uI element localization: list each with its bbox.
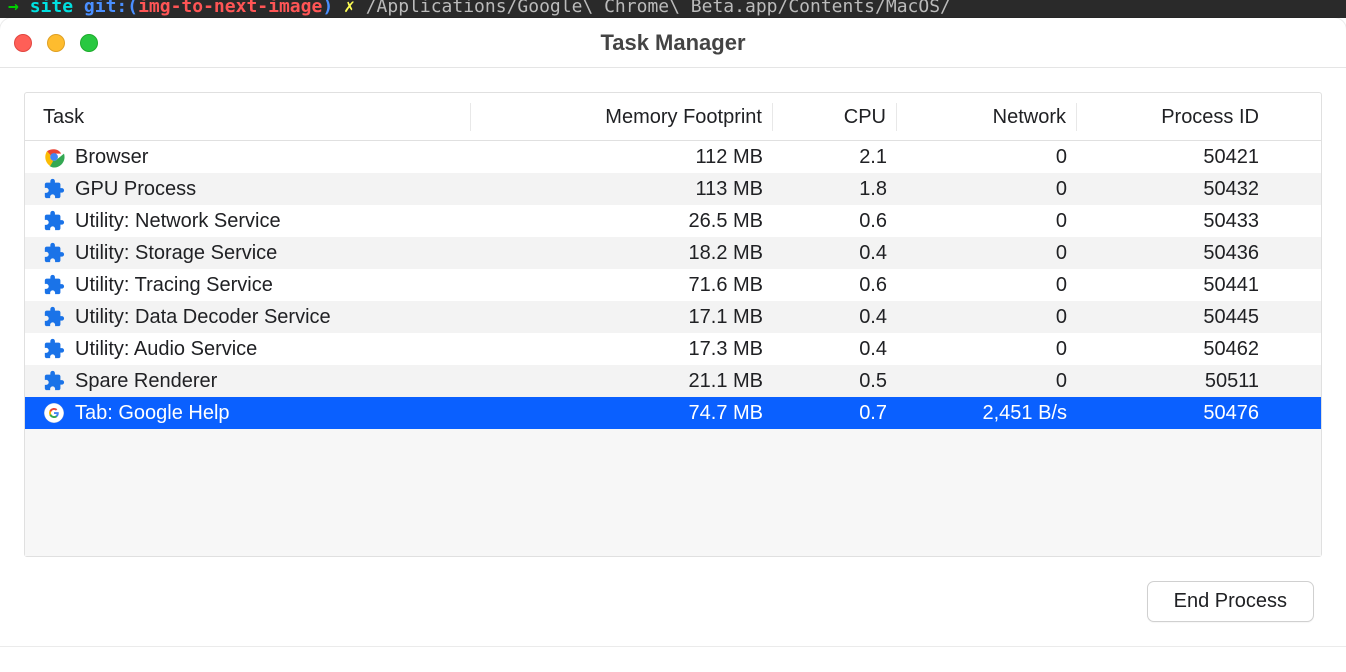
cell-network: 0 — [897, 370, 1077, 393]
cell-network: 0 — [897, 338, 1077, 361]
terminal-git-close: ) — [322, 0, 333, 17]
cell-cpu: 0.5 — [773, 370, 897, 393]
terminal-branch: img-to-next-image — [138, 0, 322, 17]
traffic-lights — [0, 34, 98, 52]
table-row[interactable]: Tab: Google Help 74.7 MB0.72,451 B/s50476 — [25, 397, 1321, 429]
cell-process-id: 50436 — [1077, 242, 1269, 265]
cell-task: Browser — [33, 146, 471, 169]
cell-network: 0 — [897, 306, 1077, 329]
end-process-button[interactable]: End Process — [1147, 581, 1314, 622]
task-name-label: Utility: Data Decoder Service — [75, 306, 331, 329]
cell-process-id: 50433 — [1077, 210, 1269, 233]
task-name-label: GPU Process — [75, 178, 196, 201]
cell-cpu: 0.4 — [773, 242, 897, 265]
cell-cpu: 0.6 — [773, 210, 897, 233]
window-title: Task Manager — [0, 30, 1346, 56]
terminal-path: /Applications/Google\ Chrome\ Beta.app/C… — [366, 0, 951, 17]
puzzle-icon — [43, 178, 65, 200]
table-header-row: Task Memory Footprint CPU Network Proces… — [25, 93, 1321, 141]
cell-task: Utility: Data Decoder Service — [33, 306, 471, 329]
terminal-dirty-icon: ✗ — [344, 0, 355, 17]
minimize-window-button[interactable] — [47, 34, 65, 52]
cell-network: 0 — [897, 274, 1077, 297]
table-body: Browser112 MB2.1050421 GPU Process113 MB… — [25, 141, 1321, 556]
column-header-task[interactable]: Task — [33, 103, 471, 131]
maximize-window-button[interactable] — [80, 34, 98, 52]
table-row[interactable]: Utility: Audio Service 17.3 MB0.4050462 — [25, 333, 1321, 365]
cell-memory: 17.3 MB — [471, 338, 773, 361]
table-row[interactable]: GPU Process 113 MB1.8050432 — [25, 173, 1321, 205]
cell-cpu: 1.8 — [773, 178, 897, 201]
cell-memory: 18.2 MB — [471, 242, 773, 265]
cell-network: 2,451 B/s — [897, 402, 1077, 425]
terminal-git-label: git:( — [84, 0, 138, 17]
cell-process-id: 50476 — [1077, 402, 1269, 425]
puzzle-icon — [43, 338, 65, 360]
footer: End Process — [0, 557, 1346, 646]
cell-memory: 112 MB — [471, 146, 773, 169]
cell-task: Utility: Audio Service — [33, 338, 471, 361]
cell-process-id: 50441 — [1077, 274, 1269, 297]
cell-task: Utility: Storage Service — [33, 242, 471, 265]
column-header-memory[interactable]: Memory Footprint — [471, 103, 773, 131]
cell-process-id: 50445 — [1077, 306, 1269, 329]
terminal-arrow: → — [8, 0, 19, 17]
cell-cpu: 0.4 — [773, 338, 897, 361]
table-row[interactable]: Utility: Network Service 26.5 MB0.6050433 — [25, 205, 1321, 237]
google-icon — [43, 402, 65, 424]
puzzle-icon — [43, 274, 65, 296]
task-manager-window: Task Manager Task Memory Footprint CPU N… — [0, 18, 1346, 646]
puzzle-icon — [43, 306, 65, 328]
task-name-label: Utility: Storage Service — [75, 242, 277, 265]
table-row[interactable]: Spare Renderer 21.1 MB0.5050511 — [25, 365, 1321, 397]
cell-process-id: 50462 — [1077, 338, 1269, 361]
cell-memory: 74.7 MB — [471, 402, 773, 425]
chrome-icon — [43, 146, 65, 168]
table-row[interactable]: Utility: Data Decoder Service 17.1 MB0.40… — [25, 301, 1321, 333]
cell-network: 0 — [897, 146, 1077, 169]
cell-cpu: 0.6 — [773, 274, 897, 297]
cell-memory: 21.1 MB — [471, 370, 773, 393]
table-empty-area — [25, 429, 1321, 556]
cell-task: GPU Process — [33, 178, 471, 201]
column-header-process-id[interactable]: Process ID — [1077, 103, 1269, 131]
task-name-label: Utility: Audio Service — [75, 338, 257, 361]
cell-task: Utility: Network Service — [33, 210, 471, 233]
cell-process-id: 50511 — [1077, 370, 1269, 393]
terminal-fragment: → site git:(img-to-next-image) ✗ /Applic… — [0, 0, 1346, 18]
cell-process-id: 50432 — [1077, 178, 1269, 201]
column-header-cpu[interactable]: CPU — [773, 103, 897, 131]
cell-task: Spare Renderer — [33, 370, 471, 393]
puzzle-icon — [43, 242, 65, 264]
close-window-button[interactable] — [14, 34, 32, 52]
table-row[interactable]: Utility: Tracing Service 71.6 MB0.6050441 — [25, 269, 1321, 301]
puzzle-icon — [43, 210, 65, 232]
task-name-label: Utility: Tracing Service — [75, 274, 273, 297]
task-table: Task Memory Footprint CPU Network Proces… — [24, 92, 1322, 557]
cell-cpu: 0.7 — [773, 402, 897, 425]
cell-network: 0 — [897, 210, 1077, 233]
task-name-label: Spare Renderer — [75, 370, 217, 393]
table-row[interactable]: Utility: Storage Service 18.2 MB0.4050436 — [25, 237, 1321, 269]
cell-network: 0 — [897, 178, 1077, 201]
cell-network: 0 — [897, 242, 1077, 265]
cell-cpu: 2.1 — [773, 146, 897, 169]
cell-memory: 17.1 MB — [471, 306, 773, 329]
cell-cpu: 0.4 — [773, 306, 897, 329]
terminal-project: site — [30, 0, 73, 17]
cell-memory: 71.6 MB — [471, 274, 773, 297]
puzzle-icon — [43, 370, 65, 392]
table-row[interactable]: Browser 112 MB2.1050421 — [25, 141, 1321, 173]
task-name-label: Tab: Google Help — [75, 402, 230, 425]
cell-task: Utility: Tracing Service — [33, 274, 471, 297]
titlebar[interactable]: Task Manager — [0, 18, 1346, 68]
cell-task: Tab: Google Help — [33, 402, 471, 425]
cell-memory: 113 MB — [471, 178, 773, 201]
task-name-label: Browser — [75, 146, 148, 169]
cell-process-id: 50421 — [1077, 146, 1269, 169]
cell-memory: 26.5 MB — [471, 210, 773, 233]
task-name-label: Utility: Network Service — [75, 210, 281, 233]
column-header-network[interactable]: Network — [897, 103, 1077, 131]
